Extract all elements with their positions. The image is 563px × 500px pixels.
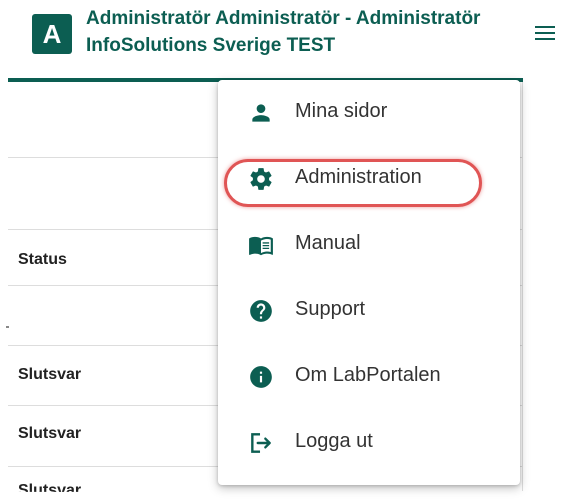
menu-item-administration[interactable]: Administration xyxy=(218,146,520,212)
gear-icon xyxy=(248,166,274,192)
info-icon xyxy=(248,364,274,390)
app-header: A Administratör Administratör - Administ… xyxy=(0,0,563,82)
book-icon xyxy=(248,232,274,258)
menu-item-label: Logga ut xyxy=(295,430,373,452)
table-row-status: Slutsvar xyxy=(18,482,82,499)
menu-item-logga-ut[interactable]: Logga ut xyxy=(218,410,520,476)
user-dropdown-menu: Mina sidor Administration Manual Support… xyxy=(218,80,520,485)
logout-icon xyxy=(248,430,274,456)
menu-item-om-labportalen[interactable]: Om LabPortalen xyxy=(218,344,520,410)
menu-item-label: Om LabPortalen xyxy=(295,364,441,386)
table-row-status: Slutsvar xyxy=(18,425,82,442)
table-edge xyxy=(522,82,523,491)
menu-item-manual[interactable]: Manual xyxy=(218,212,520,278)
scroll-marker xyxy=(6,326,9,328)
menu-item-label: Support xyxy=(295,298,366,320)
table-row-status: Slutsvar xyxy=(18,366,82,383)
help-icon xyxy=(248,298,274,324)
menu-item-support[interactable]: Support xyxy=(218,278,520,344)
user-name: Administratör Administratör - Administra… xyxy=(86,8,481,29)
hamburger-menu-icon[interactable] xyxy=(535,26,555,42)
status-column-header: Status xyxy=(18,251,67,268)
menu-item-label: Mina sidor xyxy=(295,100,388,122)
menu-item-label: Manual xyxy=(295,232,361,254)
organization-name: InfoSolutions Sverige TEST xyxy=(86,35,336,56)
menu-item-label: Administration xyxy=(295,166,422,188)
person-icon xyxy=(248,100,274,126)
user-avatar: A xyxy=(32,14,72,54)
menu-item-mina-sidor[interactable]: Mina sidor xyxy=(218,80,520,146)
